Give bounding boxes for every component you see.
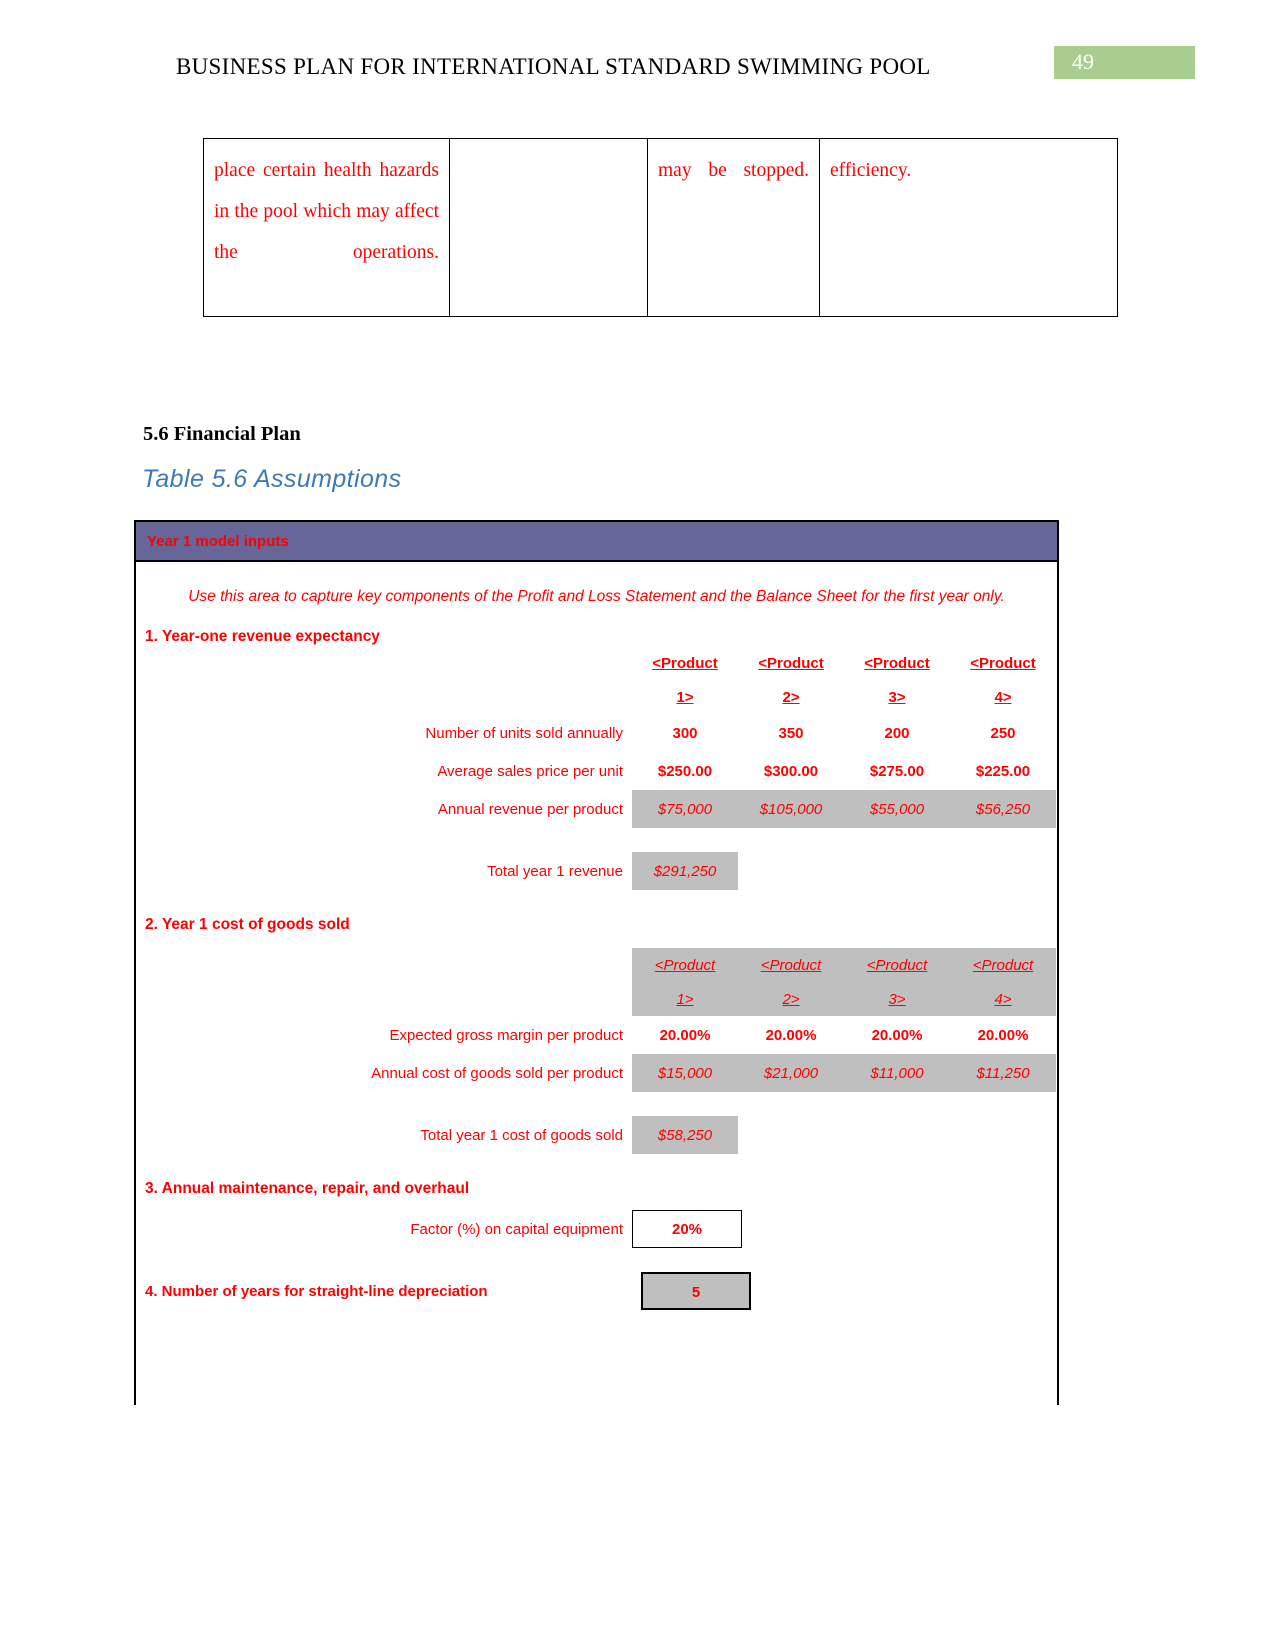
row-label: Average sales price per unit: [437, 762, 623, 780]
product-header-row-line1: <Product <Product <Product <Product: [136, 646, 1057, 680]
row-maintenance-factor: Factor (%) on capital equipment 20%: [136, 1210, 1057, 1248]
sheet-title: Year 1 model inputs: [147, 532, 289, 550]
row-depreciation-years: 4. Number of years for straight-line dep…: [136, 1272, 1057, 1310]
assumptions-spreadsheet: Year 1 model inputs Use this area to cap…: [134, 520, 1059, 1405]
product-4-header-suffix: 4>: [994, 688, 1012, 706]
total-cogs-value: $58,250: [632, 1116, 738, 1154]
total-revenue-label: Total year 1 revenue: [487, 862, 623, 880]
cell-units-p2[interactable]: 350: [738, 714, 844, 752]
row-label: Annual revenue per product: [437, 800, 623, 818]
spacer-row: [136, 1092, 1057, 1116]
section-2-grid: <Product <Product <Product <Product 1> 2…: [136, 948, 1057, 1154]
cell-margin-p2[interactable]: 20.00%: [738, 1016, 844, 1054]
product-2-header: <Product: [758, 654, 824, 672]
cell-margin-p4[interactable]: 20.00%: [950, 1016, 1056, 1054]
product-header-row-line2: 1> 2> 3> 4>: [136, 982, 1057, 1016]
table-cell-empty: [449, 138, 648, 317]
section-3-grid: Factor (%) on capital equipment 20%: [136, 1210, 1057, 1248]
table-caption: Table 5.6 Assumptions: [142, 465, 402, 493]
product-2-header-suffix: 2>: [782, 688, 800, 706]
product-header-row-line2: 1> 2> 3> 4>: [136, 680, 1057, 714]
row-total-revenue: Total year 1 revenue $291,250: [136, 852, 1057, 890]
product-4-header: <Product: [970, 654, 1036, 672]
cell-revenue-p4: $56,250: [950, 790, 1056, 828]
continuation-table: place certain health hazards in the pool…: [203, 138, 1118, 317]
spacer-row: [136, 828, 1057, 852]
sheet-intro-text: Use this area to capture key components …: [188, 588, 1005, 605]
product-4-header: <Product: [972, 956, 1034, 974]
section-1-title: 1. Year-one revenue expectancy: [145, 628, 380, 645]
product-3-header-suffix: 3>: [888, 688, 906, 706]
header-spacer: [136, 646, 632, 680]
table-cell-efficiency: efficiency.: [819, 138, 1118, 317]
row-total-cogs: Total year 1 cost of goods sold $58,250: [136, 1116, 1057, 1154]
total-cogs-label: Total year 1 cost of goods sold: [420, 1126, 623, 1144]
product-2-header-suffix: 2>: [782, 990, 800, 1008]
cell-margin-p1[interactable]: 20.00%: [632, 1016, 738, 1054]
row-label: Expected gross margin per product: [389, 1026, 623, 1044]
header-spacer-2: [136, 680, 632, 714]
table-row: place certain health hazards in the pool…: [203, 138, 1118, 317]
row-gross-margin: Expected gross margin per product 20.00%…: [136, 1016, 1057, 1054]
product-header-row-line1: <Product <Product <Product <Product: [136, 948, 1057, 982]
cell-revenue-p2: $105,000: [738, 790, 844, 828]
cell-cogs-p2: $21,000: [738, 1054, 844, 1092]
product-1-header-suffix: 1>: [676, 688, 694, 706]
cell-price-p1[interactable]: $250.00: [632, 752, 738, 790]
page-number: 49: [1072, 49, 1094, 74]
section-4-grid: 4. Number of years for straight-line dep…: [136, 1272, 1057, 1310]
cell-revenue-p1: $75,000: [632, 790, 738, 828]
sheet-title-bar: Year 1 model inputs: [136, 522, 1057, 562]
page-header: BUSINESS PLAN FOR INTERNATIONAL STANDARD…: [0, 46, 1275, 86]
total-revenue-value: $291,250: [632, 852, 738, 890]
table-cell-stopped: may be stopped.: [647, 138, 820, 317]
section-4-title: 4. Number of years for straight-line dep…: [145, 1282, 488, 1300]
row-label: Annual cost of goods sold per product: [371, 1064, 623, 1082]
product-1-header: <Product: [654, 956, 716, 974]
cell-units-p3[interactable]: 200: [844, 714, 950, 752]
row-annual-revenue: Annual revenue per product $75,000 $105,…: [136, 790, 1057, 828]
page-number-badge: 49: [1054, 46, 1195, 79]
row-end-spacer: [1056, 646, 1057, 680]
cell-units-p1[interactable]: 300: [632, 714, 738, 752]
cell-price-p2[interactable]: $300.00: [738, 752, 844, 790]
row-units-sold: Number of units sold annually 300 350 20…: [136, 714, 1057, 752]
cell-cogs-p3: $11,000: [844, 1054, 950, 1092]
cell-price-p3[interactable]: $275.00: [844, 752, 950, 790]
product-1-header: <Product: [652, 654, 718, 672]
section-2-title: 2. Year 1 cost of goods sold: [145, 916, 350, 933]
product-3-header-suffix: 3>: [888, 990, 906, 1008]
document-running-header: BUSINESS PLAN FOR INTERNATIONAL STANDARD…: [176, 54, 931, 79]
cell-units-p4[interactable]: 250: [950, 714, 1056, 752]
row-avg-price: Average sales price per unit $250.00 $30…: [136, 752, 1057, 790]
maintenance-factor-label: Factor (%) on capital equipment: [410, 1220, 623, 1238]
maintenance-factor-input[interactable]: 20%: [632, 1210, 742, 1248]
product-2-header: <Product: [760, 956, 822, 974]
depreciation-years-input[interactable]: 5: [641, 1272, 751, 1310]
product-4-header-suffix: 4>: [994, 990, 1012, 1008]
cell-cogs-p1: $15,000: [632, 1054, 738, 1092]
product-3-header: <Product: [866, 956, 928, 974]
section-3-title: 3. Annual maintenance, repair, and overh…: [145, 1180, 470, 1197]
section-1-grid: <Product <Product <Product <Product 1> 2…: [136, 646, 1057, 890]
cell-revenue-p3: $55,000: [844, 790, 950, 828]
row-label: Number of units sold annually: [425, 724, 623, 742]
row-annual-cogs: Annual cost of goods sold per product $1…: [136, 1054, 1057, 1092]
page-title: 5.6 Financial Plan: [143, 423, 301, 445]
table-cell-hazards: place certain health hazards in the pool…: [203, 138, 450, 317]
cell-margin-p3[interactable]: 20.00%: [844, 1016, 950, 1054]
product-3-header: <Product: [864, 654, 930, 672]
product-1-header-suffix: 1>: [676, 990, 694, 1008]
cell-price-p4[interactable]: $225.00: [950, 752, 1056, 790]
cell-cogs-p4: $11,250: [950, 1054, 1056, 1092]
